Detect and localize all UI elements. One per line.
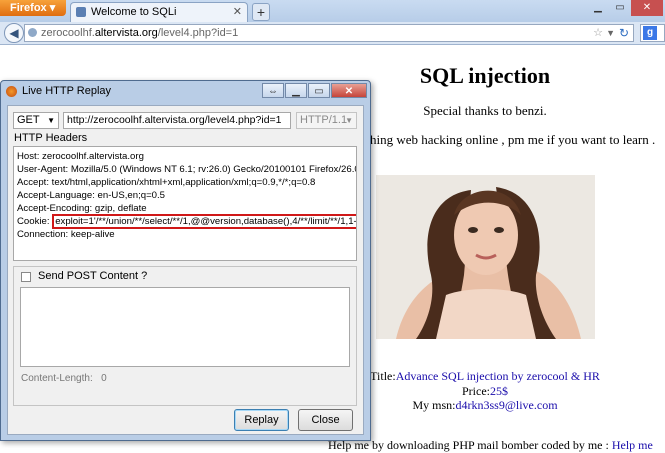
header-line: User-Agent: Mozilla/5.0 (Windows NT 6.1;… xyxy=(17,164,357,175)
search-engine-button[interactable]: g xyxy=(640,24,665,42)
title-line: Title:Advance SQL injection by zerocool … xyxy=(360,369,610,384)
replay-button[interactable]: Replay xyxy=(234,409,289,431)
dialog-window-controls: ⇔ ▁ ▭ ✕ xyxy=(262,83,367,98)
live-http-replay-dialog: Live HTTP Replay ⇔ ▁ ▭ ✕ GET ▼ http://zer… xyxy=(0,80,371,441)
url-host: altervista.org xyxy=(94,27,158,39)
content-length: Content-Length: 0 xyxy=(21,373,107,384)
close-button[interactable]: Close xyxy=(298,409,353,431)
title-label: Title: xyxy=(370,369,396,383)
firefox-menu-button[interactable]: Firefox ▾ xyxy=(0,0,66,16)
reload-icon[interactable]: ↻ xyxy=(619,25,629,41)
dialog-title: Live HTTP Replay xyxy=(22,85,112,97)
address-bar[interactable]: zerocoolhf.altervista.org/level4.php?id=… xyxy=(24,24,634,42)
close-window-icon[interactable]: ✕ xyxy=(631,0,663,16)
firefox-menu-label: Firefox xyxy=(10,2,47,14)
chevron-down-icon: ▼ xyxy=(47,116,55,125)
tab-title: Welcome to SQLi xyxy=(91,6,177,18)
footer-text: Help me by downloading PHP mail bomber c… xyxy=(328,438,653,453)
chevron-down-icon: ▼ xyxy=(345,116,353,125)
close-tab-icon[interactable]: ✕ xyxy=(233,3,242,22)
minimize-icon[interactable]: ▁ xyxy=(587,0,609,16)
arrow-left-icon: ◀ xyxy=(9,26,19,40)
post-content-textarea[interactable] xyxy=(20,287,350,367)
method-value: GET xyxy=(17,114,40,126)
footer-link[interactable]: Help me xyxy=(612,438,653,452)
msn-line: My msn:d4rkn3ss9@live.com xyxy=(360,398,610,413)
back-button[interactable]: ◀ xyxy=(4,23,24,43)
window-controls: ▁ ▭ ✕ xyxy=(587,0,663,16)
restore-icon[interactable]: ⇔ xyxy=(262,83,284,98)
price-line: Price:25$ xyxy=(360,384,610,399)
thanks-text: Special thanks to benzi. xyxy=(423,103,547,118)
teach-text: hing web hacking online , pm me if you w… xyxy=(370,132,656,147)
post-content-group: Send POST Content ? Content-Length: 0 xyxy=(13,266,357,406)
close-dialog-icon[interactable]: ✕ xyxy=(331,83,367,98)
page-heading: SQL injection xyxy=(419,63,551,88)
browser-tab[interactable]: Welcome to SQLi ✕ xyxy=(70,2,248,22)
firefox-icon xyxy=(6,86,17,97)
content-length-label: Content-Length: xyxy=(21,373,93,384)
favicon-icon xyxy=(76,7,86,17)
price-value[interactable]: 25$ xyxy=(490,384,508,398)
browser-titlebar: Firefox ▾ Welcome to SQLi ✕ + ▁ ▭ ✕ xyxy=(0,0,665,22)
price-label: Price: xyxy=(462,384,490,398)
dialog-body: GET ▼ http://zerocoolhf.altervista.org/le… xyxy=(7,105,364,435)
bookmark-star-icon[interactable]: ☆ xyxy=(593,25,603,41)
send-post-checkbox[interactable] xyxy=(21,272,31,282)
maximize-icon[interactable]: ▭ xyxy=(308,83,330,98)
protocol-value: HTTP/1.1 xyxy=(300,114,348,126)
method-select[interactable]: GET ▼ xyxy=(13,112,59,129)
google-icon: g xyxy=(643,26,657,40)
navigation-bar: ◀ zerocoolhf.altervista.org/level4.php?i… xyxy=(0,22,665,45)
cookie-header-line: Cookie: exploit=1'/**/union/**/select/**… xyxy=(17,214,356,229)
msn-label: My msn: xyxy=(412,398,456,412)
portrait-illustration xyxy=(376,175,595,339)
msn-value[interactable]: d4rkn3ss9@live.com xyxy=(455,398,557,412)
header-line: Accept: text/html,application/xhtml+xml,… xyxy=(17,177,316,188)
headers-label: HTTP Headers xyxy=(14,132,88,144)
headers-textarea[interactable]: Host: zerocoolhf.altervista.org User-Age… xyxy=(13,146,357,261)
chevron-down-icon: ▾ xyxy=(49,2,56,14)
header-line: Host: zerocoolhf.altervista.org xyxy=(17,151,144,162)
url-path: /level4.php?id=1 xyxy=(157,27,239,39)
protocol-select: HTTP/1.1 ▼ xyxy=(296,112,357,129)
send-post-label: Send POST Content ? xyxy=(38,270,148,282)
request-url-input[interactable]: http://zerocoolhf.altervista.org/level4.… xyxy=(63,112,291,129)
new-tab-button[interactable]: + xyxy=(252,3,270,21)
header-line: Accept-Language: en-US,en;q=0.5 xyxy=(17,190,166,201)
portrait-photo xyxy=(376,175,595,339)
maximize-icon[interactable]: ▭ xyxy=(609,0,631,16)
dialog-titlebar[interactable]: Live HTTP Replay ⇔ ▁ ▭ ✕ xyxy=(1,81,370,103)
history-dropdown-icon[interactable]: ▼ xyxy=(606,25,615,41)
cookie-label: Cookie: xyxy=(17,216,53,227)
cookie-payload: exploit=1'/**/union/**/select/**/1,@@ver… xyxy=(52,214,356,229)
site-identity-icon[interactable] xyxy=(28,28,37,37)
title-link[interactable]: Advance SQL injection by zerocool & HR xyxy=(396,369,600,383)
url-prefix: zerocoolhf. xyxy=(41,27,95,39)
content-length-value: 0 xyxy=(101,373,107,384)
minimize-icon[interactable]: ▁ xyxy=(285,83,307,98)
header-line: Connection: keep-alive xyxy=(17,229,115,240)
